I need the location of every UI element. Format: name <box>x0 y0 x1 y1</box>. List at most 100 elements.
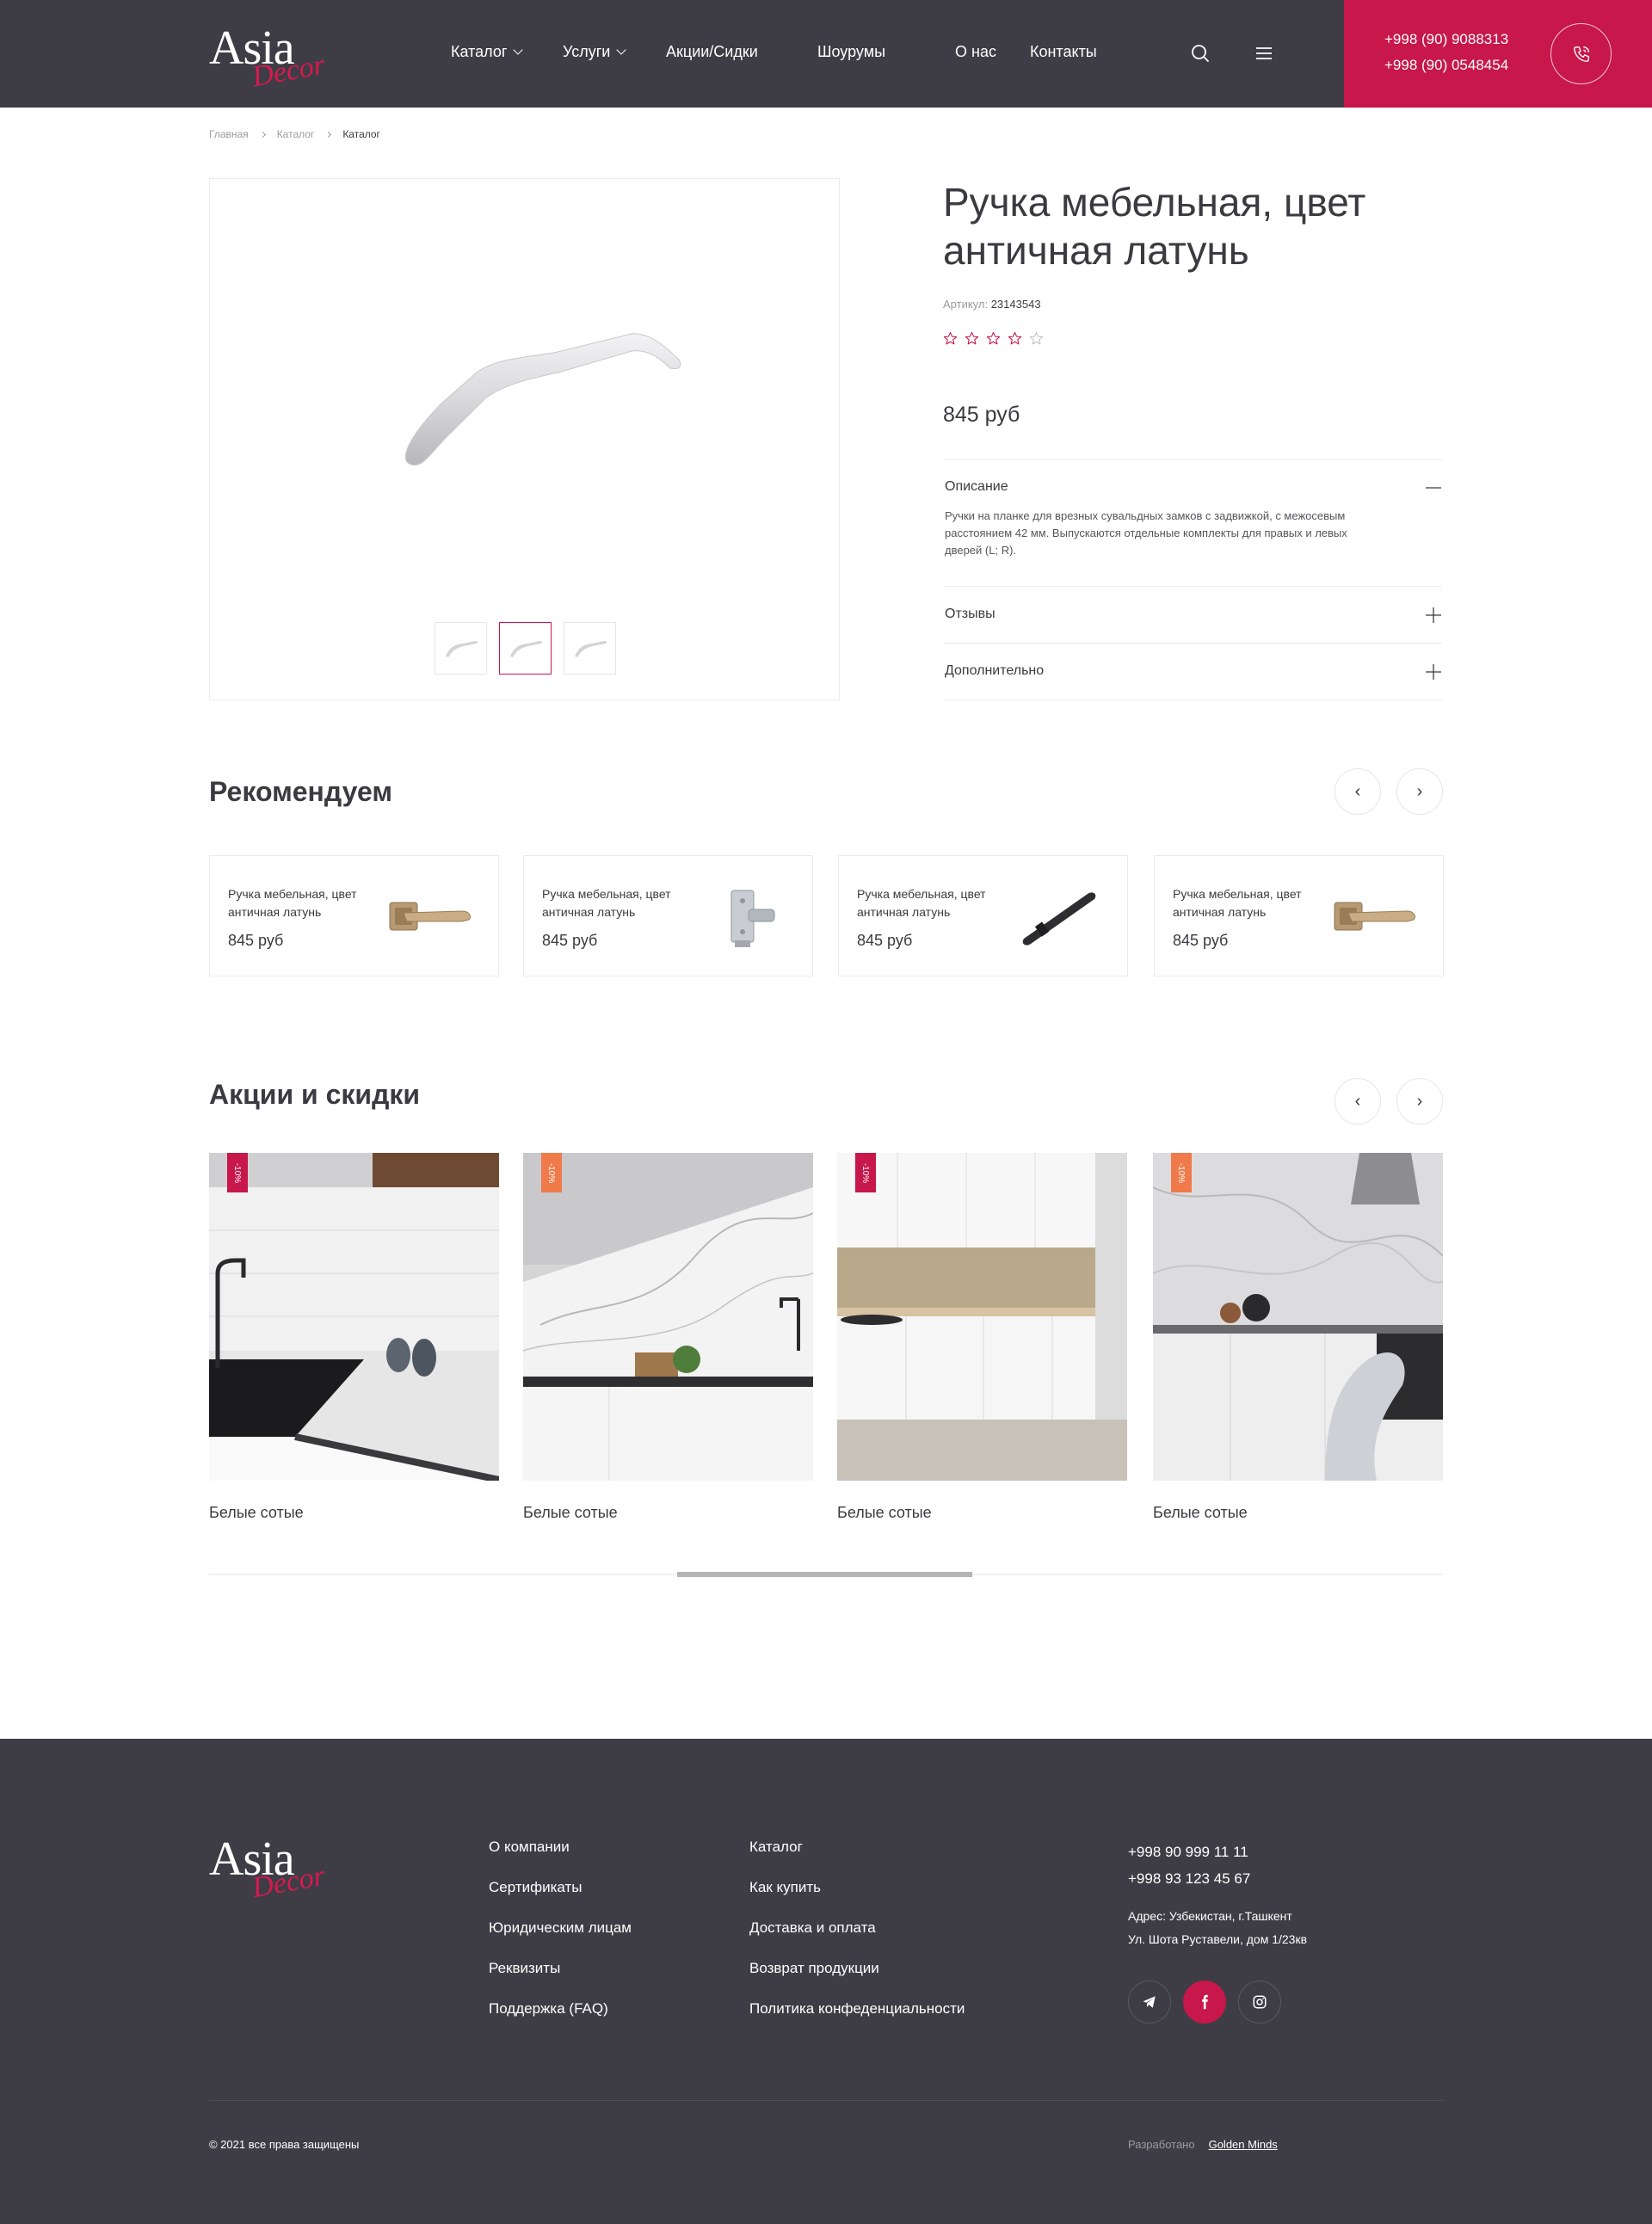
footer-link[interactable]: Реквизиты <box>489 1960 632 2000</box>
developer-credit: Разработано Golden Minds <box>1128 2138 1278 2151</box>
phone-call-icon <box>1573 46 1589 62</box>
copyright: © 2021 все права защищены <box>209 2138 360 2151</box>
rating-stars[interactable] <box>943 331 1044 346</box>
minus-icon[interactable] <box>1425 479 1442 496</box>
breadcrumb-item-catalog[interactable]: Каталог <box>277 128 315 140</box>
header-phone-2[interactable]: +998 (90) 0548454 <box>1384 57 1508 74</box>
hamburger-icon[interactable] <box>1254 43 1274 64</box>
footer-logo[interactable]: Asia Decor <box>209 1832 330 1904</box>
discount-badge: -10% <box>227 1153 248 1192</box>
search-icon[interactable] <box>1190 43 1211 64</box>
discount-badge: -10% <box>1171 1153 1192 1192</box>
site-footer: Asia Decor О компании Сертификаты Юридич… <box>0 1739 1652 2224</box>
accordion-title[interactable]: Отзывы <box>945 607 996 622</box>
recommend-card-name: Ручка мебельная, цвет античная латунь <box>228 887 357 919</box>
product-sku: Артикул: 23143543 <box>943 298 1041 311</box>
star-icon[interactable] <box>965 331 979 346</box>
brass-lever-handle-image <box>389 902 472 931</box>
thumbnail[interactable] <box>435 622 487 675</box>
nav-item-label: О нас <box>955 43 996 60</box>
footer-link[interactable]: Юридическим лицам <box>489 1919 632 1960</box>
star-icon[interactable] <box>943 331 958 346</box>
nav-item-about[interactable]: О нас <box>955 43 996 61</box>
black-bar-handle-image <box>1022 892 1096 946</box>
instagram-icon[interactable] <box>1238 1981 1281 2024</box>
promo-card[interactable]: -10% Белые сотые <box>523 1153 813 1522</box>
product-gallery <box>209 178 840 700</box>
recommend-card-price: 845 руб <box>1173 932 1229 949</box>
footer-address-line: Ул. Шота Руставели, дом 1/23кв <box>1128 1932 1308 1946</box>
accordion-title[interactable]: Дополнительно <box>945 663 1044 679</box>
recommend-card[interactable]: Ручка мебельная, цвет античная латунь 84… <box>523 855 813 976</box>
product-price: 845 руб <box>943 403 1020 427</box>
footer-phone-2[interactable]: +998 93 123 45 67 <box>1128 1865 1307 1892</box>
footer-link[interactable]: Каталог <box>749 1839 965 1879</box>
star-empty-icon[interactable] <box>1029 331 1044 346</box>
promo-card[interactable]: -10% Белые сотые <box>209 1153 499 1522</box>
nav-item-services[interactable]: Услуги <box>563 43 627 61</box>
star-icon[interactable] <box>986 331 1001 346</box>
telegram-icon[interactable] <box>1128 1981 1171 2024</box>
product-main-image[interactable] <box>382 308 692 480</box>
footer-phone-1[interactable]: +998 90 999 11 11 <box>1128 1839 1307 1865</box>
recommend-card[interactable]: Ручка мебельная, цвет античная латунь 84… <box>838 855 1128 976</box>
header-phone-1[interactable]: +998 (90) 9088313 <box>1384 31 1508 48</box>
recommend-card-name: Ручка мебельная, цвет античная латунь <box>542 887 671 919</box>
footer-divider <box>209 2100 1443 2101</box>
accordion-title[interactable]: Описание <box>945 479 1008 495</box>
footer-link[interactable]: Возврат продукции <box>749 1960 965 2000</box>
footer-link[interactable]: Как купить <box>749 1879 965 1919</box>
footer-contacts: +998 90 999 11 11 +998 93 123 45 67 Адре… <box>1128 1839 1307 1951</box>
promo-card[interactable]: -10% Белые сотые <box>837 1153 1127 1522</box>
thumbnail-strip <box>435 622 616 675</box>
promo-next-button[interactable]: › <box>1396 1078 1443 1124</box>
recommend-card[interactable]: Ручка мебельная, цвет античная латунь 84… <box>209 855 499 976</box>
nav-item-catalog[interactable]: Каталог <box>451 43 524 61</box>
promo-card[interactable]: -10% Белые сотые <box>1153 1153 1443 1522</box>
product-title: Ручка мебельная, цвет античная латунь <box>943 180 1366 273</box>
footer-links-company: О компании Сертификаты Юридическим лицам… <box>489 1839 632 2041</box>
chevron-left-icon: ‹ <box>1354 781 1361 801</box>
chevron-right-icon <box>259 131 266 138</box>
developer-label: Разработано <box>1128 2138 1195 2151</box>
recommend-card-price: 845 руб <box>857 932 913 949</box>
nav-item-contacts[interactable]: Контакты <box>1030 43 1097 61</box>
nav-item-showrooms[interactable]: Шоурумы <box>817 43 885 61</box>
plus-icon[interactable] <box>1425 607 1442 624</box>
social-links <box>1128 1981 1281 2024</box>
nav-item-label: Каталог <box>451 43 508 60</box>
header-contact-box: +998 (90) 9088313 +998 (90) 0548454 <box>1344 0 1652 108</box>
plus-icon[interactable] <box>1425 663 1442 681</box>
footer-link[interactable]: Политика конфеденциальности <box>749 2000 965 2041</box>
chevron-down-icon <box>616 45 627 55</box>
thumbnail-active[interactable] <box>499 622 552 675</box>
facebook-icon[interactable] <box>1183 1981 1226 2024</box>
carousel-scroll-thumb[interactable] <box>677 1572 972 1577</box>
chrome-latch-image <box>730 890 775 947</box>
promo-card-name: Белые сотые <box>1153 1504 1248 1521</box>
nav-item-label: Контакты <box>1030 43 1097 60</box>
recommend-next-button[interactable]: › <box>1396 768 1443 815</box>
footer-link[interactable]: Доставка и оплата <box>749 1919 965 1960</box>
nav-item-promotions[interactable]: Акции/Сидки <box>666 43 758 61</box>
recommend-card[interactable]: Ручка мебельная, цвет античная латунь 84… <box>1154 855 1444 976</box>
breadcrumb-item-home[interactable]: Главная <box>209 128 249 140</box>
recommend-card-price: 845 руб <box>542 932 598 949</box>
call-button[interactable] <box>1550 23 1612 84</box>
accordion-reviews: Отзывы <box>943 586 1442 644</box>
developer-link[interactable]: Golden Minds <box>1209 2138 1278 2151</box>
footer-link[interactable]: Поддержка (FAQ) <box>489 2000 632 2041</box>
footer-link[interactable]: О компании <box>489 1839 632 1879</box>
thumbnail[interactable] <box>564 622 616 675</box>
star-icon[interactable] <box>1008 331 1022 346</box>
footer-link[interactable]: Сертификаты <box>489 1879 632 1919</box>
discount-badge: -10% <box>541 1153 562 1192</box>
kitchen-photo: -10% <box>523 1153 813 1481</box>
sku-value: 23143543 <box>990 298 1041 311</box>
site-header: Asia Decor Каталог Услуги Акции/Сидки Шо… <box>0 0 1652 108</box>
logo[interactable]: Asia Decor <box>209 21 330 93</box>
chevron-down-icon <box>513 45 524 55</box>
recommend-prev-button[interactable]: ‹ <box>1335 768 1381 815</box>
promo-prev-button[interactable]: ‹ <box>1335 1078 1381 1124</box>
chevron-left-icon: ‹ <box>1354 1091 1361 1111</box>
